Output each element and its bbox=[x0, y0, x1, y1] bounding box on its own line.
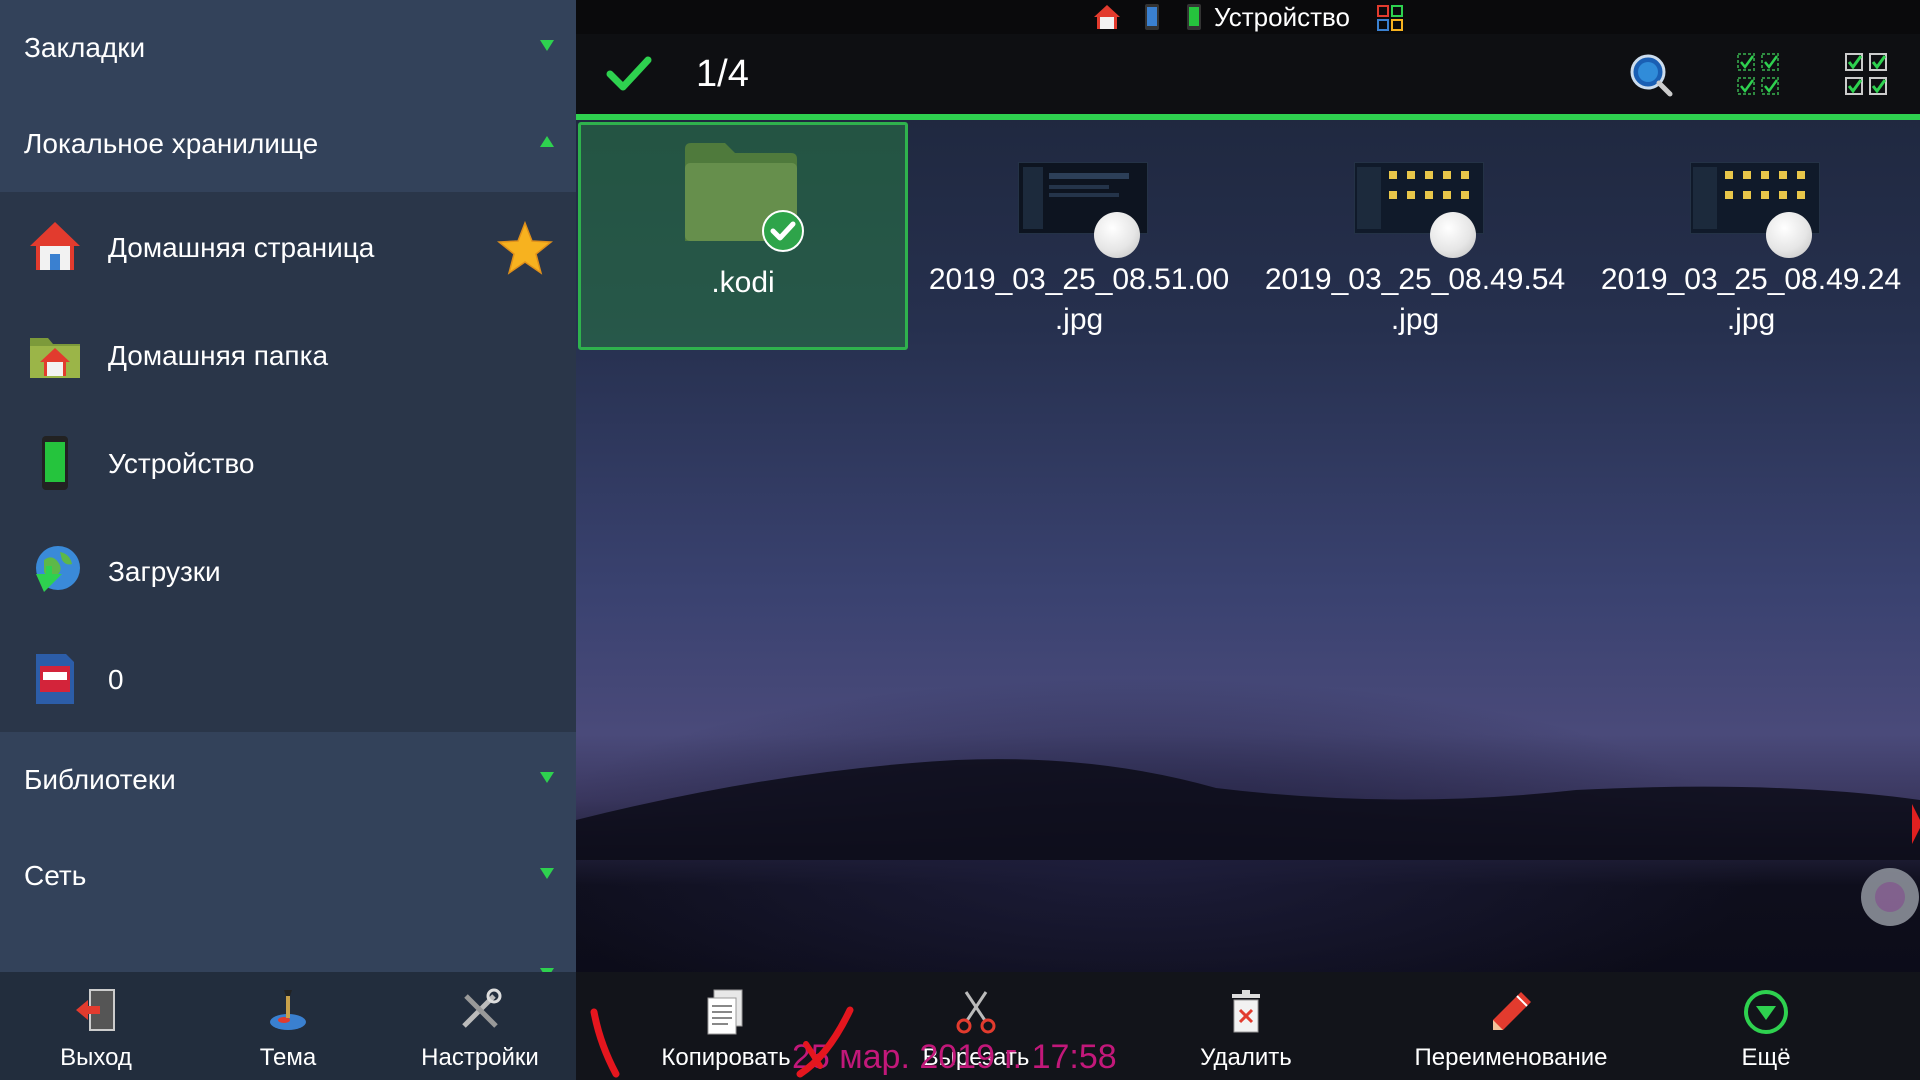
delete-icon bbox=[1232, 990, 1260, 1033]
home-icon bbox=[30, 222, 80, 270]
theme-icon bbox=[270, 990, 306, 1030]
rename-button[interactable]: Переименование bbox=[1386, 972, 1636, 1080]
phone-icon[interactable] bbox=[1142, 3, 1162, 31]
sidebar: Закладки Локальное хранилище Домашняя ст… bbox=[0, 0, 576, 1080]
section-local-storage[interactable]: Локальное хранилище bbox=[0, 96, 576, 192]
section-libraries-label: Библиотеки bbox=[24, 764, 176, 795]
grid-apps-icon[interactable] bbox=[1376, 4, 1404, 32]
select-all-icon[interactable] bbox=[1842, 50, 1890, 98]
file-item-image[interactable]: 2019_03_25_08.49.54 .jpg bbox=[1250, 122, 1580, 350]
sidebar-item-home-page[interactable]: Домашняя страница bbox=[0, 194, 576, 302]
sidebar-item-label: Загрузки bbox=[108, 556, 221, 587]
floating-button[interactable] bbox=[1861, 868, 1919, 926]
chevron-up-icon bbox=[540, 136, 554, 147]
selection-toolbar: 1/4 bbox=[576, 34, 1920, 114]
floating-button-dot bbox=[1875, 882, 1905, 912]
sidebar-item-label: Домашняя папка bbox=[108, 340, 329, 371]
more-label: Ещё bbox=[1741, 1044, 1791, 1071]
file-name: 2019_03_25_08.51.00 .jpg bbox=[928, 263, 1230, 336]
sidebar-item-label: Устройство bbox=[108, 448, 255, 479]
chevron-down-icon bbox=[540, 868, 554, 879]
theme-label: Тема bbox=[259, 1044, 317, 1071]
section-network-label: Сеть bbox=[24, 860, 87, 891]
file-item-image[interactable]: 2019_03_25_08.49.24 .jpg bbox=[1586, 122, 1916, 350]
sidebar-item-label: Домашняя страница bbox=[108, 232, 375, 263]
downloads-icon bbox=[36, 546, 80, 592]
main-panel: Устройство 1/4 .kodi 2019_03_25_08.51.00… bbox=[576, 0, 1920, 1080]
rename-icon bbox=[1493, 992, 1531, 1030]
sd-card-icon bbox=[36, 654, 74, 704]
file-name: 2019_03_25_08.49.24 .jpg bbox=[1600, 263, 1902, 336]
section-bookmarks[interactable]: Закладки bbox=[0, 0, 576, 96]
toolbar-divider bbox=[576, 114, 1920, 120]
more-button[interactable]: Ещё bbox=[1696, 972, 1836, 1080]
section-tools-label: Средства bbox=[24, 938, 148, 972]
star-icon[interactable] bbox=[496, 220, 554, 278]
delete-button[interactable]: Удалить bbox=[1156, 972, 1336, 1080]
device-icon bbox=[42, 436, 68, 490]
settings-icon bbox=[462, 988, 502, 1028]
background-mountain bbox=[576, 759, 1920, 860]
file-item-image[interactable]: 2019_03_25_08.51.00 .jpg bbox=[914, 122, 1244, 350]
section-tools[interactable]: Средства bbox=[0, 924, 576, 972]
selection-count: 1/4 bbox=[696, 53, 749, 95]
sidebar-item-device[interactable]: Устройство bbox=[0, 410, 576, 518]
cut-icon bbox=[956, 991, 996, 1034]
home-icon[interactable] bbox=[1092, 3, 1122, 31]
section-network[interactable]: Сеть bbox=[0, 828, 576, 924]
section-local-storage-label: Локальное хранилище bbox=[24, 128, 319, 159]
device-icon[interactable] bbox=[1184, 3, 1204, 31]
select-radio[interactable] bbox=[1430, 212, 1476, 258]
more-icon bbox=[1744, 990, 1788, 1034]
red-pen-marks bbox=[590, 1006, 854, 1078]
exit-icon bbox=[76, 989, 115, 1031]
section-libraries[interactable]: Библиотеки bbox=[0, 732, 576, 828]
status-bar: Устройство bbox=[576, 0, 1920, 34]
path-title[interactable]: Устройство bbox=[1214, 0, 1350, 34]
file-name: .kodi bbox=[711, 266, 775, 299]
sidebar-bottom-bar: Выход Тема Настройки bbox=[0, 972, 576, 1080]
file-item-kodi[interactable]: .kodi bbox=[578, 122, 908, 350]
sidebar-item-home-folder[interactable]: Домашняя папка bbox=[0, 302, 576, 410]
settings-button[interactable]: Настройки bbox=[384, 972, 576, 1080]
file-name: 2019_03_25_08.49.54 .jpg bbox=[1264, 263, 1566, 336]
folder-icon bbox=[685, 143, 804, 252]
select-radio[interactable] bbox=[1094, 212, 1140, 258]
sidebar-item-label: 0 bbox=[108, 664, 124, 695]
theme-button[interactable]: Тема bbox=[192, 972, 384, 1080]
chevron-down-icon bbox=[540, 772, 554, 783]
home-folder-icon bbox=[30, 338, 80, 378]
rename-label: Переименование bbox=[1414, 1044, 1608, 1071]
exit-label: Выход bbox=[60, 1044, 132, 1071]
edge-marker bbox=[1912, 804, 1920, 844]
section-bookmarks-label: Закладки bbox=[24, 32, 146, 63]
select-partial-icon[interactable] bbox=[1734, 50, 1782, 98]
sidebar-item-downloads[interactable]: Загрузки bbox=[0, 518, 576, 626]
delete-label: Удалить bbox=[1200, 1044, 1292, 1071]
chevron-down-icon bbox=[540, 40, 554, 51]
checkmark-icon[interactable] bbox=[606, 54, 652, 94]
exit-button[interactable]: Выход bbox=[0, 972, 192, 1080]
select-radio[interactable] bbox=[1766, 212, 1812, 258]
sidebar-item-sd-card[interactable]: 0 bbox=[0, 626, 576, 734]
search-icon[interactable] bbox=[1626, 50, 1674, 98]
settings-label: Настройки bbox=[421, 1044, 539, 1071]
